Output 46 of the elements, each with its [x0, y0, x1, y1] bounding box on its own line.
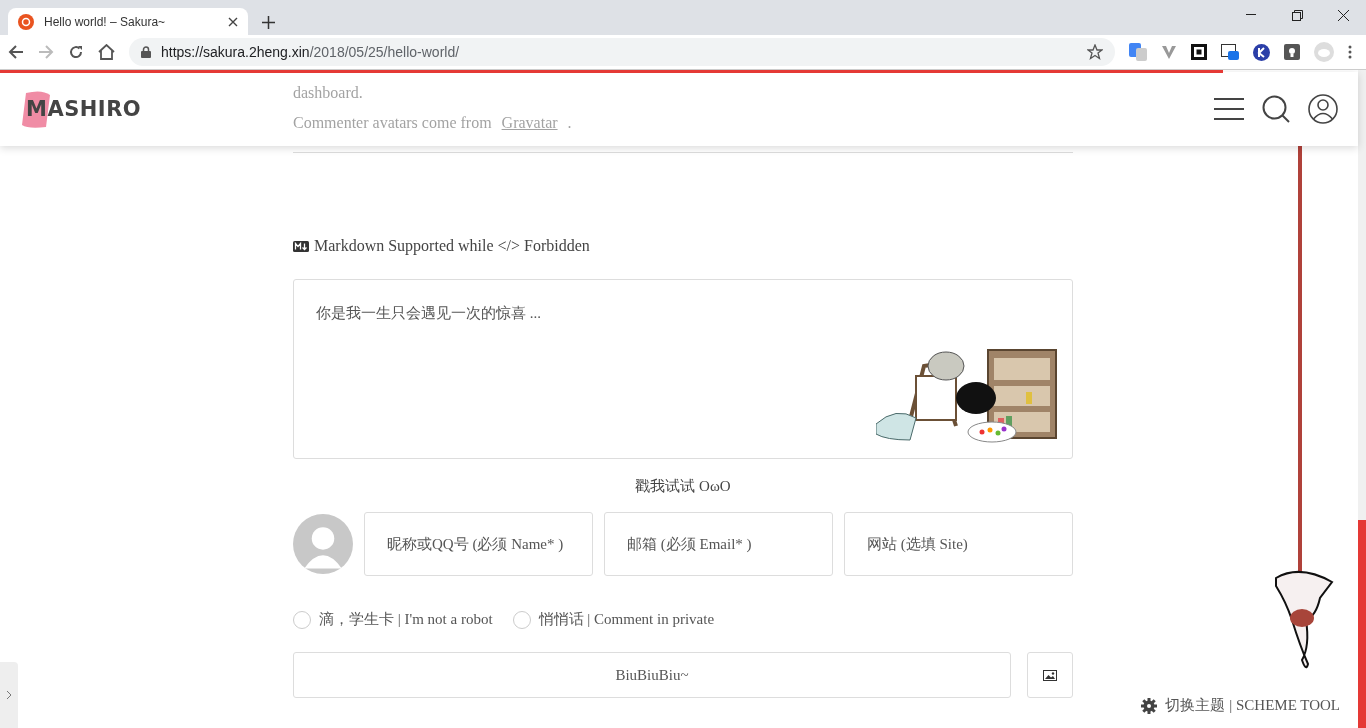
more-menu-icon[interactable]	[1348, 45, 1352, 59]
url-host: https://sakura.2heng.xin	[161, 44, 310, 60]
comment-input-field[interactable]: 昵称或QQ号 (必须 Name* )	[364, 512, 593, 576]
address-bar[interactable]: https://sakura.2heng.xin/2018/05/25/hello-world/	[129, 38, 1115, 66]
close-tab-icon[interactable]	[228, 16, 238, 27]
ubuntu-logo-icon	[18, 13, 34, 30]
user-icon[interactable]	[1308, 94, 1338, 124]
avatar-silhouette-icon	[293, 512, 353, 576]
search-icon[interactable]	[1262, 95, 1290, 123]
tab-title: Hello world! – Sakura~	[44, 14, 167, 29]
image-upload-button[interactable]	[1027, 652, 1073, 698]
emoji-toggle[interactable]: 戳我试试 OωO	[631, 475, 735, 498]
comment-form-heading: Markdown Supported while </> Forbidden	[314, 237, 590, 255]
side-panel-toggle[interactable]	[0, 662, 18, 728]
round-checkbox[interactable]	[512, 610, 531, 629]
lock-icon	[141, 46, 151, 58]
checkbox-label[interactable]: 悄悄话 | Comment in private	[512, 610, 715, 629]
home-icon[interactable]	[98, 44, 115, 60]
image-icon	[1043, 669, 1057, 681]
window-camera-icon[interactable]	[1221, 44, 1239, 60]
reload-icon[interactable]	[68, 44, 84, 60]
square-icon[interactable]	[1191, 44, 1207, 60]
checkbox-label[interactable]: 滴，学生卡 | I'm not a robot	[293, 610, 493, 629]
markdown-icon	[293, 240, 309, 252]
browser-tab[interactable]: Hello world! – Sakura~	[8, 8, 248, 35]
new-tab-icon[interactable]	[262, 16, 275, 29]
k-circle-icon[interactable]	[1253, 43, 1270, 61]
comment-input-field[interactable]: 邮箱 (必须 Email* )	[604, 512, 833, 576]
menu-icon[interactable]	[1214, 98, 1244, 120]
submit-button[interactable]: BiuBiuBiu~	[293, 652, 1011, 698]
scheme-tool-button[interactable]: 切换主题 | SCHEME TOOL	[1135, 695, 1346, 716]
gear-icon	[1141, 697, 1158, 714]
article-text: Commenter avatars come from Gravatar .	[293, 113, 573, 133]
translate-icon[interactable]	[1129, 43, 1147, 61]
back-icon[interactable]	[8, 44, 24, 60]
round-checkbox[interactable]	[293, 610, 311, 629]
url-path: /2018/05/25/hello-world/	[309, 44, 461, 60]
v-shape-icon[interactable]	[1161, 44, 1177, 60]
lightbulb-icon[interactable]	[1284, 44, 1300, 60]
comment-textarea[interactable]: 你是我一生只会遇见一次的惊喜 ...	[293, 279, 1073, 459]
article-text: dashboard.	[293, 83, 364, 103]
star-icon[interactable]	[1087, 44, 1103, 60]
comment-input[interactable]: 你是我一生只会遇见一次的惊喜 ...	[314, 302, 1052, 342]
scrollbar[interactable]	[1358, 70, 1366, 728]
comment-input-field[interactable]: 网站 (选填 Site)	[844, 512, 1073, 576]
chevron-right-icon	[6, 690, 12, 700]
